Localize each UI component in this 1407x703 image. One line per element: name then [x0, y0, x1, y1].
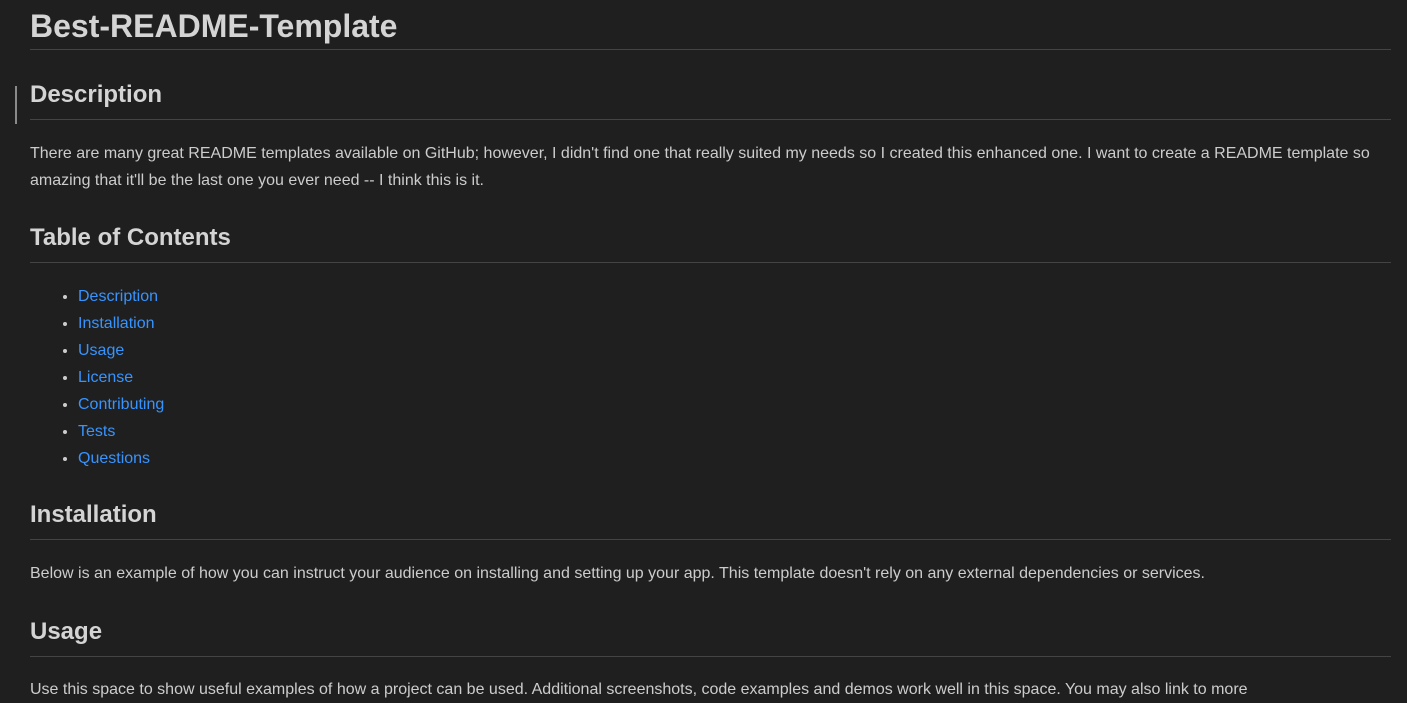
page-title: Best-README-Template — [30, 0, 1391, 50]
toc-item: Questions — [78, 445, 1391, 472]
toc-link-usage[interactable]: Usage — [78, 342, 124, 359]
toc-link-installation[interactable]: Installation — [78, 315, 155, 332]
heading-table-of-contents: Table of Contents — [30, 222, 1391, 263]
toc-item: License — [78, 364, 1391, 391]
toc-item: Contributing — [78, 391, 1391, 418]
toc-item: Description — [78, 283, 1391, 310]
usage-paragraph: Use this space to show useful examples o… — [30, 681, 1248, 698]
installation-paragraph: Below is an example of how you can instr… — [30, 565, 1205, 582]
markdown-preview: Best-README-Template Description There a… — [30, 0, 1391, 703]
toc-link-contributing[interactable]: Contributing — [78, 396, 164, 413]
heading-installation: Installation — [30, 499, 1391, 540]
toc-link-license[interactable]: License — [78, 369, 133, 386]
toc-item: Usage — [78, 337, 1391, 364]
heading-usage: Usage — [30, 616, 1391, 657]
toc-link-questions[interactable]: Questions — [78, 450, 150, 467]
active-line-marker — [15, 86, 17, 124]
toc-item: Installation — [78, 310, 1391, 337]
toc-link-description[interactable]: Description — [78, 288, 158, 305]
heading-description: Description — [30, 79, 1391, 120]
toc-link-tests[interactable]: Tests — [78, 423, 115, 440]
toc-item: Tests — [78, 418, 1391, 445]
description-paragraph: There are many great README templates av… — [30, 145, 1370, 189]
toc-list: Description Installation Usage License C… — [30, 283, 1391, 472]
